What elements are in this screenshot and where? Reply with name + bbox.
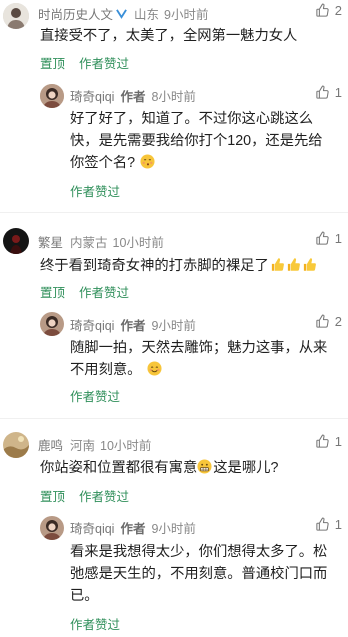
thumbs-up-emoji bbox=[270, 257, 285, 272]
author-avatar[interactable] bbox=[40, 516, 64, 540]
author-tag: 作者 bbox=[120, 90, 146, 104]
like-button[interactable]: 1 bbox=[315, 85, 342, 100]
comment-actions: 置顶 作者赞过 bbox=[40, 282, 129, 301]
thumbs-up-emoji bbox=[286, 257, 301, 272]
like-button[interactable]: 2 bbox=[315, 314, 342, 329]
location: 河南 bbox=[70, 439, 96, 453]
username[interactable]: 琦奇qiqi bbox=[70, 518, 114, 537]
timestamp: 9小时前 bbox=[151, 319, 196, 333]
author-liked-label[interactable]: 作者赞过 bbox=[79, 53, 129, 72]
pin-button[interactable]: 置顶 bbox=[40, 282, 65, 301]
location: 山东 bbox=[134, 8, 160, 22]
comment-actions: 置顶 作者赞过 bbox=[40, 486, 129, 505]
comment-text: 终于看到琦奇女神的打赤脚的裸足了 bbox=[40, 255, 317, 277]
reply-text-line: 不用刻意。 bbox=[70, 359, 342, 381]
reply-meta: 琦奇qiqi 作者 9小时前 bbox=[70, 518, 196, 537]
author-tag: 作者 bbox=[120, 522, 146, 536]
thumb-up-icon bbox=[315, 434, 330, 449]
thumb-up-icon bbox=[315, 314, 330, 329]
author-avatar[interactable] bbox=[40, 84, 64, 108]
avatar[interactable] bbox=[3, 3, 29, 29]
avatar[interactable] bbox=[3, 228, 29, 254]
reply-actions: 作者赞过 bbox=[70, 386, 120, 405]
reply-text: 好了好了，知道了。不过你这心跳这么 快，是先需要我给你打个120，还是先给 你签… bbox=[70, 108, 340, 174]
author-liked-label[interactable]: 作者赞过 bbox=[70, 386, 120, 405]
author-avatar[interactable] bbox=[40, 312, 64, 336]
comment-meta: 繁星 内蒙古 10小时前 bbox=[38, 232, 164, 251]
smiling-face-emoji bbox=[147, 361, 163, 376]
reply-actions: 作者赞过 bbox=[70, 614, 120, 633]
thumb-up-icon bbox=[315, 231, 330, 246]
thumb-up-icon bbox=[315, 85, 330, 100]
avatar[interactable] bbox=[3, 432, 29, 458]
kissing-face-emoji bbox=[140, 154, 155, 169]
comment-text: 直接受不了，太美了，全网第一魅力女人 bbox=[40, 28, 298, 44]
like-count: 2 bbox=[334, 314, 342, 329]
timestamp: 9小时前 bbox=[151, 522, 196, 536]
divider bbox=[0, 418, 348, 419]
username[interactable]: 繁星 bbox=[38, 232, 63, 251]
username[interactable]: 琦奇qiqi bbox=[70, 86, 114, 105]
reply-text-line: 随脚一拍，天然去雕饰；魅力这事，从来 bbox=[70, 340, 328, 356]
reply-text-line: 你签个名? bbox=[70, 152, 340, 174]
reply-text-line: 弛感是天生的，不用刻意。普通校门口而 bbox=[70, 566, 328, 582]
like-count: 1 bbox=[334, 231, 342, 246]
author-liked-label[interactable]: 作者赞过 bbox=[70, 181, 120, 200]
like-count: 1 bbox=[334, 85, 342, 100]
reply-meta: 琦奇qiqi 作者 9小时前 bbox=[70, 315, 196, 334]
thumb-up-icon bbox=[315, 3, 330, 18]
username[interactable]: 鹿鸣 bbox=[38, 435, 63, 454]
thumb-up-icon bbox=[315, 517, 330, 532]
verified-badge-icon bbox=[116, 9, 127, 19]
like-button[interactable]: 1 bbox=[315, 517, 342, 532]
thumbs-up-emoji bbox=[302, 257, 317, 272]
pin-button[interactable]: 置顶 bbox=[40, 53, 65, 72]
grimacing-face-emoji bbox=[197, 459, 212, 474]
reply-actions: 作者赞过 bbox=[70, 181, 120, 200]
author-liked-label[interactable]: 作者赞过 bbox=[79, 282, 129, 301]
username[interactable]: 琦奇qiqi bbox=[70, 315, 114, 334]
divider bbox=[0, 212, 348, 213]
pin-button[interactable]: 置顶 bbox=[40, 486, 65, 505]
location: 内蒙古 bbox=[70, 236, 108, 250]
timestamp: 10小时前 bbox=[100, 439, 152, 453]
timestamp: 10小时前 bbox=[112, 236, 164, 250]
reply-text-line: 好了好了，知道了。不过你这心跳这么 bbox=[70, 111, 314, 127]
comment-actions: 置顶 作者赞过 bbox=[40, 53, 129, 72]
reply-meta: 琦奇qiqi 作者 8小时前 bbox=[70, 86, 196, 105]
reply-text: 随脚一拍，天然去雕饰；魅力这事，从来 不用刻意。 bbox=[70, 337, 342, 381]
like-count: 1 bbox=[334, 517, 342, 532]
timestamp: 8小时前 bbox=[151, 90, 196, 104]
reply-text-line: 看来是我想得太少，你们想得太多了。松 bbox=[70, 544, 328, 560]
comment-meta: 时尚历史人文 山东 9小时前 bbox=[38, 4, 208, 23]
reply-text: 看来是我想得太少，你们想得太多了。松 弛感是天生的，不用刻意。普通校门口而 已。 bbox=[70, 541, 342, 607]
author-tag: 作者 bbox=[120, 319, 146, 333]
like-button[interactable]: 1 bbox=[315, 434, 342, 449]
comment-meta: 鹿鸣 河南 10小时前 bbox=[38, 435, 151, 454]
like-button[interactable]: 2 bbox=[315, 3, 342, 18]
like-count: 2 bbox=[334, 3, 342, 18]
username[interactable]: 时尚历史人文 bbox=[38, 4, 113, 23]
reply-text-line: 快，是先需要我给你打个120，还是先给 bbox=[70, 133, 323, 149]
timestamp: 9小时前 bbox=[164, 8, 209, 22]
comment-text: 你站姿和位置都很有寓意 这是哪儿? bbox=[40, 459, 279, 476]
like-button[interactable]: 1 bbox=[315, 231, 342, 246]
reply-text-line: 已。 bbox=[70, 588, 99, 604]
author-liked-label[interactable]: 作者赞过 bbox=[79, 486, 129, 505]
author-liked-label[interactable]: 作者赞过 bbox=[70, 614, 120, 633]
like-count: 1 bbox=[334, 434, 342, 449]
